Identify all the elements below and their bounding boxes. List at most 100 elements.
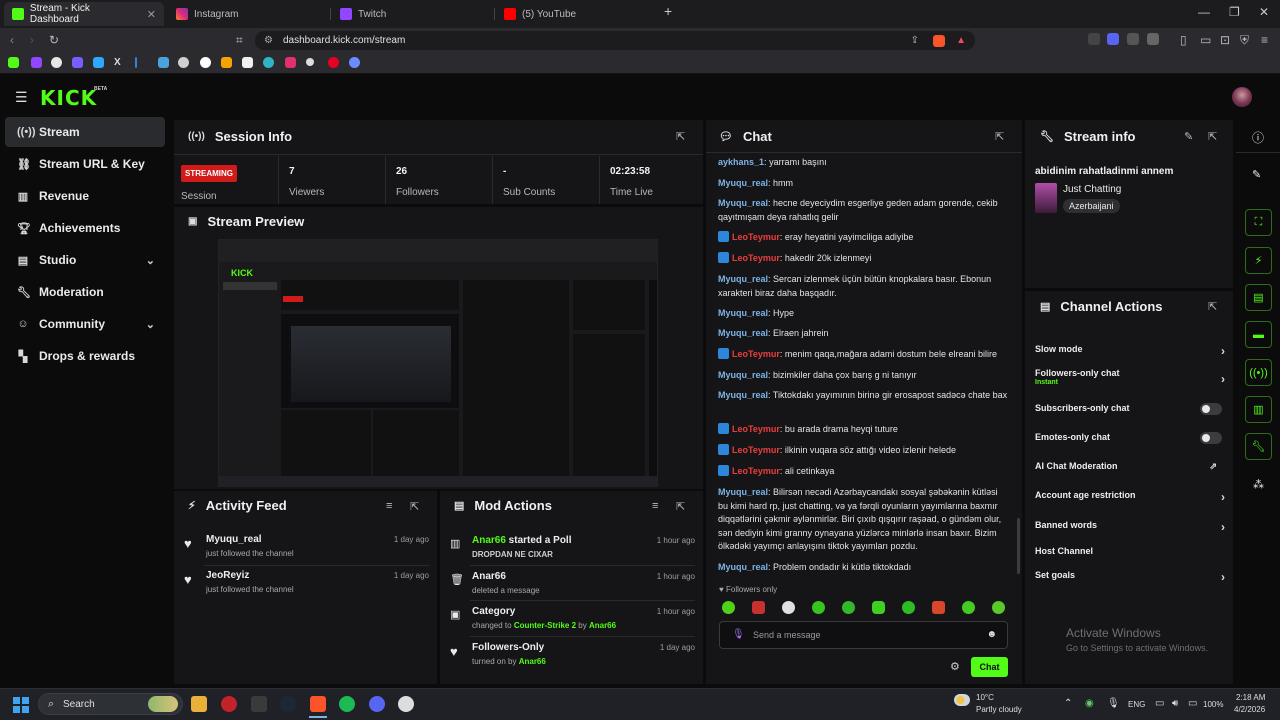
chevron-right-icon[interactable]: ›	[1221, 372, 1225, 386]
sidebar-item-stream[interactable]: ((•)) Stream	[5, 117, 165, 147]
weather-cloud-icon[interactable]	[954, 694, 970, 706]
brave-browser-icon[interactable]	[310, 696, 326, 712]
channel-action-host-channel[interactable]: Host Channel	[1035, 546, 1225, 556]
chat-username[interactable]: aykhans_1	[718, 157, 764, 167]
expand-icon[interactable]: ⇱	[1208, 130, 1217, 143]
mod-user[interactable]: Anar66	[472, 535, 506, 546]
broadcast-icon[interactable]: ((•))	[1245, 359, 1272, 386]
bookmark-icon[interactable]	[158, 57, 169, 68]
close-tab-icon[interactable]: ✕	[147, 8, 156, 21]
extension-icon[interactable]	[1088, 33, 1100, 45]
pinterest-bookmark-icon[interactable]	[328, 57, 339, 68]
tab-instagram[interactable]: Instagram	[168, 2, 328, 26]
reload-icon[interactable]: ↻	[49, 33, 59, 47]
mod-user[interactable]: Anar66	[589, 621, 616, 630]
chat-settings-gear-icon[interactable]: ⚙	[950, 660, 960, 673]
extension-icon[interactable]	[1107, 33, 1119, 45]
chevron-down-icon[interactable]: ⌄	[146, 254, 155, 267]
chat-username[interactable]: Myuqu_real	[718, 274, 768, 284]
channel-action-set-goals[interactable]: Set goals ›	[1035, 570, 1225, 584]
clock-time[interactable]: 2:18 AM	[1236, 693, 1265, 702]
avatar[interactable]	[1232, 87, 1252, 107]
emote-icon[interactable]	[932, 601, 945, 614]
emote-icon[interactable]	[812, 601, 825, 614]
media-player-icon[interactable]	[221, 696, 237, 712]
chat-username[interactable]: LeoTeymur	[732, 232, 780, 242]
instagram-bookmark-icon[interactable]	[285, 57, 296, 68]
language-indicator[interactable]: ENG	[1128, 700, 1145, 709]
epic-games-icon[interactable]	[251, 696, 267, 712]
emote-icon[interactable]	[872, 601, 885, 614]
emote-icon[interactable]	[722, 601, 735, 614]
chat-bubble-icon[interactable]: ▬	[1245, 321, 1272, 348]
weather-desc[interactable]: Partly cloudy	[976, 705, 1022, 714]
battery-icon[interactable]: ▭	[1188, 698, 1197, 709]
bookmark-icon[interactable]	[349, 57, 360, 68]
chevron-up-icon[interactable]: ⌃	[1064, 698, 1072, 709]
sidebar-item-moderation[interactable]: 🔧︎ Moderation	[5, 277, 165, 307]
chat-username[interactable]: Myuqu_real	[718, 178, 768, 188]
category-thumbnail[interactable]	[1035, 183, 1057, 213]
chat-username[interactable]: Myuqu_real	[718, 390, 768, 400]
stream-tag[interactable]: Azerbaijani	[1063, 199, 1120, 213]
chat-username[interactable]: LeoTeymur	[732, 445, 780, 455]
bookmark-icon[interactable]: ⌗	[236, 33, 243, 48]
tray-app-icon[interactable]: ◉	[1085, 698, 1094, 709]
chat-username[interactable]: Myuqu_real	[718, 562, 768, 572]
microphone-icon[interactable]: 🎙︎	[732, 629, 745, 640]
chevron-right-icon[interactable]: ›	[1221, 570, 1225, 584]
sidebar-item-studio[interactable]: ▤ Studio ⌄	[5, 245, 165, 275]
document-icon[interactable]: ▤	[1245, 284, 1272, 311]
channel-action-slow-mode[interactable]: Slow mode ›	[1035, 344, 1225, 358]
twitch-bookmark-icon[interactable]	[31, 57, 42, 68]
send-chat-button[interactable]: Chat	[971, 657, 1008, 677]
network-icon[interactable]: ▭	[1155, 698, 1164, 709]
activity-user[interactable]: Myuqu_real	[206, 534, 262, 545]
chevron-right-icon[interactable]: ›	[1221, 520, 1225, 534]
chevron-down-icon[interactable]: ⌄	[146, 318, 155, 331]
channel-action-followers-only[interactable]: Followers-only chat Instant ›	[1035, 368, 1225, 386]
expand-icon[interactable]: ⇱	[995, 130, 1004, 143]
menu-icon[interactable]: ≡	[1261, 33, 1268, 47]
emote-icon[interactable]	[752, 601, 765, 614]
wrench-icon[interactable]: 🔧︎	[1245, 433, 1272, 460]
chat-username[interactable]: Myuqu_real	[718, 308, 768, 318]
bookmark-icon[interactable]	[221, 57, 232, 68]
site-info-icon[interactable]: ⚙	[264, 35, 273, 46]
weather-temp[interactable]: 10°C	[976, 693, 994, 702]
bookmark-icon[interactable]	[263, 57, 274, 68]
back-icon[interactable]: ‹	[10, 33, 14, 47]
mod-user[interactable]: Anar66	[519, 657, 546, 666]
sidebar-item-community[interactable]: ☺ Community ⌄	[5, 309, 165, 339]
stream-preview-video[interactable]: KICK	[218, 239, 658, 487]
google-bookmark-icon[interactable]	[200, 57, 211, 68]
brave-rewards-icon[interactable]: ▲	[956, 35, 966, 46]
chat-username[interactable]: LeoTeymur	[732, 349, 780, 359]
stream-category[interactable]: Just Chatting	[1063, 184, 1121, 195]
apps-icon[interactable]: ⁂	[1253, 478, 1264, 491]
emoji-picker-icon[interactable]: ☻	[986, 629, 997, 640]
chat-username[interactable]: LeoTeymur	[732, 466, 780, 476]
emote-icon[interactable]	[962, 601, 975, 614]
subscribers-only-toggle[interactable]	[1200, 403, 1222, 415]
taskbar-search-box[interactable]: ⌕ Search	[38, 693, 183, 715]
mod-category[interactable]: Counter-Strike 2	[514, 621, 576, 630]
chat-scrollbar[interactable]	[1017, 518, 1020, 574]
vpn-icon[interactable]: ⊡	[1220, 33, 1230, 47]
bookmark-icon[interactable]	[178, 57, 189, 68]
x-bookmark-icon[interactable]: X	[114, 57, 125, 68]
bookmark-icon[interactable]	[93, 57, 104, 68]
battery-percent[interactable]: 100%	[1203, 700, 1223, 709]
app-icon[interactable]	[398, 696, 414, 712]
maximize-button[interactable]: ❐	[1229, 5, 1240, 19]
url-field[interactable]: ⚙ dashboard.kick.com/stream ⇪ ▲	[255, 31, 975, 50]
kick-bookmark-icon[interactable]	[8, 57, 19, 68]
emote-icon[interactable]	[842, 601, 855, 614]
chevron-right-icon[interactable]: ›	[1221, 490, 1225, 504]
sidebar-item-revenue[interactable]: ▥ Revenue	[5, 181, 165, 211]
close-window-button[interactable]: ✕	[1259, 5, 1269, 19]
clip-icon[interactable]: ⛶	[1245, 209, 1272, 236]
bookmark-icon[interactable]	[72, 57, 83, 68]
emotes-only-toggle[interactable]	[1200, 432, 1222, 444]
chat-username[interactable]: Myuqu_real	[718, 370, 768, 380]
